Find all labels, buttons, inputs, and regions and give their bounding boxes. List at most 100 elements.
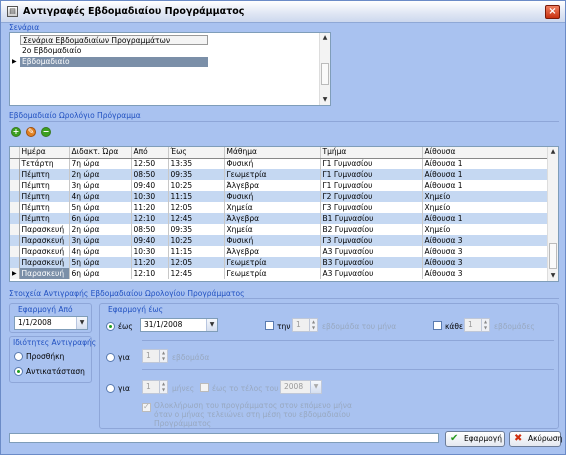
table-cell[interactable]: 6η ώρα: [69, 213, 132, 224]
table-cell[interactable]: 12:05: [168, 257, 225, 268]
table-cell[interactable]: Αίθουσα 1: [422, 158, 550, 169]
table-cell[interactable]: Άλγεβρα: [224, 180, 321, 191]
year-select[interactable]: 2008 ▼: [280, 380, 322, 394]
table-row[interactable]: Παρασκευή 4η ώρα 10:30 11:15 Άλγεβρα Α3 Γυμνα…: [10, 246, 550, 257]
table-cell[interactable]: 09:40: [131, 180, 169, 191]
table-cell[interactable]: 10:25: [168, 180, 225, 191]
chevron-down-icon[interactable]: ▼: [76, 317, 87, 329]
months-count-stepper[interactable]: 1 ▲ ▼: [142, 380, 168, 394]
table-cell[interactable]: 10:30: [131, 246, 169, 257]
table-cell[interactable]: B3 Γυμνασίου: [320, 257, 423, 268]
table-cell[interactable]: 10:30: [131, 191, 169, 202]
table-cell[interactable]: 11:15: [168, 246, 225, 257]
table-row[interactable]: Τετάρτη 7η ώρα 12:50 13:35 Φυσική Γ1 Γυμνασίο…: [10, 158, 550, 169]
table-cell[interactable]: Αίθουσα 1: [422, 169, 550, 180]
weekly-grid[interactable]: Ημέρα Διδακτ. Ώρα Από Έως Μάθημα Τμήμα Α…: [9, 146, 559, 282]
table-cell[interactable]: Γ3 Γυμνασίου: [320, 202, 423, 213]
table-cell[interactable]: Χημείο: [422, 224, 550, 235]
table-cell[interactable]: 13:35: [168, 158, 225, 169]
table-cell[interactable]: Χημείο: [422, 202, 550, 213]
table-row[interactable]: Πέμπτη 2η ώρα 08:50 09:35 Γεωμετρία Γ1 Γυμνασ…: [10, 169, 550, 180]
table-cell[interactable]: Αίθουσα 1: [422, 213, 550, 224]
column-header[interactable]: Τμήμα: [320, 147, 423, 159]
table-cell[interactable]: Άλγεβρα: [224, 246, 321, 257]
table-cell[interactable]: 7η ώρα: [69, 158, 132, 169]
table-cell[interactable]: 12:10: [131, 213, 169, 224]
table-row[interactable]: Παρασκευή 3η ώρα 09:40 10:25 Φυσική Γ3 Γυμνασ…: [10, 235, 550, 246]
table-cell[interactable]: 12:45: [168, 213, 225, 224]
table-cell[interactable]: Πέμπτη: [19, 169, 70, 180]
table-cell[interactable]: Αίθουσα 1: [422, 180, 550, 191]
table-cell[interactable]: Πέμπτη: [19, 180, 70, 191]
weeks-count-stepper[interactable]: 1 ▲ ▼: [142, 349, 168, 363]
add-icon[interactable]: +: [11, 127, 21, 137]
table-row[interactable]: Πέμπτη 4η ώρα 10:30 11:15 Φυσική Γ2 Γυμνασίου…: [10, 191, 550, 202]
table-cell[interactable]: Φυσική: [224, 191, 321, 202]
apply-button[interactable]: ✔ Εφαρμογή: [445, 431, 505, 447]
scenario-list[interactable]: Σενάρια Εβδομαδιαίων Προγραμμάτων 2ο Εβδ…: [9, 32, 331, 106]
row-indicator[interactable]: [10, 191, 20, 202]
table-cell[interactable]: 12:10: [131, 268, 169, 279]
table-cell[interactable]: Γεωμετρία: [224, 268, 321, 279]
column-header[interactable]: Αίθουσα: [422, 147, 550, 159]
table-cell[interactable]: Φυσική: [224, 158, 321, 169]
table-cell[interactable]: 11:20: [131, 257, 169, 268]
scroll-up-icon[interactable]: ▲: [548, 147, 558, 157]
row-indicator[interactable]: [10, 180, 20, 191]
table-cell[interactable]: Παρασκευή: [19, 224, 70, 235]
table-cell[interactable]: 09:35: [168, 169, 225, 180]
table-row[interactable]: Πέμπτη 5η ώρα 11:20 12:05 Χημεία Γ3 Γυμνασίου…: [10, 202, 550, 213]
table-cell[interactable]: Χημείο: [422, 191, 550, 202]
table-cell[interactable]: Αίθουσα 3: [422, 268, 550, 279]
table-cell[interactable]: 3η ώρα: [69, 180, 132, 191]
table-cell[interactable]: 4η ώρα: [69, 246, 132, 257]
table-cell[interactable]: Πέμπτη: [19, 213, 70, 224]
table-cell[interactable]: Γεωμετρία: [224, 169, 321, 180]
table-cell[interactable]: 12:05: [168, 202, 225, 213]
column-header[interactable]: Μάθημα: [224, 147, 321, 159]
table-cell[interactable]: 2η ώρα: [69, 224, 132, 235]
table-cell[interactable]: 12:50: [131, 158, 169, 169]
table-cell[interactable]: 12:45: [168, 268, 225, 279]
row-indicator[interactable]: [10, 169, 20, 180]
table-cell[interactable]: Χημεία: [224, 202, 321, 213]
table-cell[interactable]: Α3 Γυμνασίου: [320, 268, 423, 279]
row-indicator[interactable]: [10, 213, 20, 224]
cancel-button[interactable]: ✖ Ακύρωση: [509, 431, 562, 447]
every-week-stepper[interactable]: 1 ▲ ▼: [464, 318, 490, 332]
year-end-checkbox[interactable]: [200, 383, 209, 392]
table-row[interactable]: Παρασκευή 5η ώρα 11:20 12:05 Γεωμετρία B3 Γυμ…: [10, 257, 550, 268]
the-week-stepper[interactable]: 1 ▲ ▼: [292, 318, 318, 332]
table-cell[interactable]: 11:15: [168, 191, 225, 202]
row-indicator[interactable]: [10, 246, 20, 257]
table-cell[interactable]: 08:50: [131, 169, 169, 180]
row-indicator[interactable]: [10, 158, 20, 169]
table-cell[interactable]: 6η ώρα: [69, 268, 132, 279]
column-header[interactable]: Διδακτ. Ώρα: [69, 147, 132, 159]
table-cell[interactable]: Γ2 Γυμνασίου: [320, 191, 423, 202]
table-row[interactable]: Παρασκευή 2η ώρα 08:50 09:35 Χημεία B2 Γυμνασ…: [10, 224, 550, 235]
table-cell[interactable]: 5η ώρα: [69, 257, 132, 268]
complete-next-month-checkbox[interactable]: [142, 402, 151, 412]
add-radio[interactable]: [14, 352, 23, 361]
table-cell[interactable]: 11:20: [131, 202, 169, 213]
table-cell[interactable]: 3η ώρα: [69, 235, 132, 246]
table-cell[interactable]: B2 Γυμνασίου: [320, 224, 423, 235]
chevron-down-icon[interactable]: ▼: [310, 381, 321, 393]
table-cell[interactable]: Πέμπτη: [19, 191, 70, 202]
row-indicator[interactable]: [10, 235, 20, 246]
spinner-arrows-icon[interactable]: ▲ ▼: [159, 350, 167, 362]
chevron-down-icon[interactable]: ▼: [206, 319, 217, 331]
from-date-picker[interactable]: 1/1/2008 ▼: [14, 316, 88, 330]
table-cell[interactable]: Α3 Γυμνασίου: [320, 246, 423, 257]
scroll-thumb[interactable]: [321, 63, 329, 85]
row-indicator[interactable]: [10, 257, 20, 268]
table-cell[interactable]: 2η ώρα: [69, 169, 132, 180]
row-indicator[interactable]: [10, 202, 20, 213]
scenario-row-2[interactable]: 2ο Εβδομαδιαίο: [20, 46, 208, 56]
close-button[interactable]: ×: [545, 5, 560, 19]
table-cell[interactable]: Αίθουσα 3: [422, 257, 550, 268]
for-weeks-radio[interactable]: [106, 353, 115, 362]
for-months-radio[interactable]: [106, 384, 115, 393]
table-cell[interactable]: 09:40: [131, 235, 169, 246]
